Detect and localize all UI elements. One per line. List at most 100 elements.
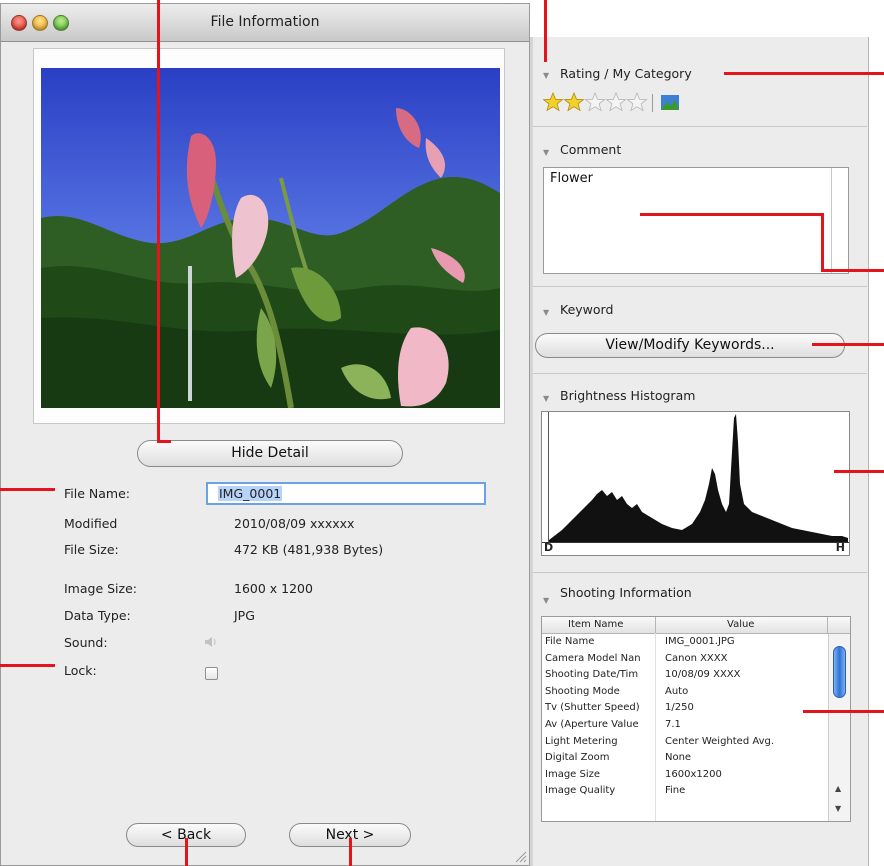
title-bar[interactable]: File Information xyxy=(1,4,529,42)
row-value: 1600x1200 xyxy=(665,768,722,780)
star-icon xyxy=(626,92,648,112)
histogram-dark-label: D xyxy=(544,541,554,554)
row-item: Digital Zoom xyxy=(545,752,610,764)
histogram-highlight-label: H xyxy=(835,541,845,554)
scrollbar-thumb[interactable] xyxy=(833,646,846,698)
comment-section-title: Comment xyxy=(560,142,622,157)
table-row[interactable]: Digital Zoom None xyxy=(542,750,826,767)
table-row[interactable]: Shooting Mode Auto xyxy=(542,684,826,701)
scroll-up-icon[interactable]: ▲ xyxy=(835,784,841,793)
view-modify-keywords-button[interactable]: View/Modify Keywords... xyxy=(535,333,845,358)
table-scrollbar[interactable]: ▲ ▼ xyxy=(828,634,850,821)
row-item: Camera Model Nan xyxy=(545,652,641,664)
row-value: None xyxy=(665,752,692,764)
file-name-value: IMG_0001 xyxy=(218,486,283,501)
row-value: IMG_0001.JPG xyxy=(665,636,735,647)
callout-line xyxy=(640,213,824,216)
star-icon xyxy=(543,92,564,112)
callout-line xyxy=(724,72,884,75)
callout-line xyxy=(812,343,884,346)
callout-line xyxy=(834,470,884,473)
rating-section-title: Rating / My Category xyxy=(560,66,692,81)
hide-detail-button[interactable]: Hide Detail xyxy=(137,440,403,467)
table-row[interactable]: Light Metering Center Weighted Avg. xyxy=(542,734,826,751)
image-size-label: Image Size: xyxy=(64,581,137,596)
column-header-value[interactable]: Value xyxy=(727,619,754,630)
star-icon xyxy=(584,92,606,112)
callout-line xyxy=(157,0,160,443)
brightness-histogram: D H xyxy=(541,411,850,556)
table-row[interactable]: Image Quality Fine xyxy=(542,783,826,800)
file-size-label: File Size: xyxy=(64,542,119,557)
callout-line xyxy=(157,440,171,443)
table-row[interactable]: Tv (Shutter Speed) 1/250 xyxy=(542,700,826,717)
callout-line xyxy=(821,213,824,272)
callout-line xyxy=(349,838,352,866)
row-item: Image Quality xyxy=(545,785,616,797)
divider xyxy=(533,286,867,287)
table-row[interactable]: Camera Model Nan Canon XXXX xyxy=(542,651,826,668)
comment-field[interactable]: Flower xyxy=(543,167,849,274)
speaker-icon xyxy=(205,637,216,647)
table-row[interactable]: Av (Aperture Value 7.1 xyxy=(542,717,826,734)
row-value: Center Weighted Avg. xyxy=(665,735,775,747)
modified-label: Modified xyxy=(64,516,118,531)
column-header-item[interactable]: Item Name xyxy=(568,619,623,630)
row-value: 10/08/09 XXXX xyxy=(665,669,741,681)
resize-grip-icon[interactable] xyxy=(511,847,527,863)
file-name-label: File Name: xyxy=(64,486,130,501)
shooting-section-title: Shooting Information xyxy=(560,585,692,600)
table-row[interactable]: Image Size 1600x1200 xyxy=(542,767,826,784)
comment-text: Flower xyxy=(550,171,594,186)
row-item: Shooting Date/Tim xyxy=(545,669,639,681)
histogram-graph xyxy=(542,412,849,543)
divider xyxy=(533,572,867,573)
file-name-field[interactable]: IMG_0001 xyxy=(206,482,486,505)
file-information-window: File Information Hide Detail File Name: xyxy=(0,3,530,866)
table-row[interactable]: File Name IMG_0001.JPG xyxy=(542,634,826,651)
panel-gap xyxy=(530,37,533,866)
shooting-info-table[interactable]: Item Name Value File Name IMG_0001.JPG Ca… xyxy=(541,616,851,822)
window-title: File Information xyxy=(210,14,320,30)
data-type-label: Data Type: xyxy=(64,608,131,623)
row-item: Light Metering xyxy=(545,735,618,747)
disclosure-triangle-icon[interactable]: ▼ xyxy=(543,308,549,317)
callout-line xyxy=(803,710,884,713)
row-item: Tv (Shutter Speed) xyxy=(545,702,640,714)
comment-scrollbar[interactable] xyxy=(831,168,832,273)
row-item: Image Size xyxy=(545,768,601,780)
modified-value: 2010/08/09 xxxxxx xyxy=(234,516,355,531)
disclosure-triangle-icon[interactable]: ▼ xyxy=(543,394,549,403)
keyword-section-title: Keyword xyxy=(560,302,614,317)
callout-line xyxy=(0,488,55,491)
image-preview xyxy=(41,68,500,408)
callout-line xyxy=(544,0,547,62)
row-value: 7.1 xyxy=(665,718,681,730)
row-value: Canon XXXX xyxy=(665,652,728,664)
divider xyxy=(533,373,867,374)
table-row[interactable]: Shooting Date/Tim 10/08/09 XXXX xyxy=(542,667,826,684)
star-rating[interactable] xyxy=(543,92,683,114)
category-icon xyxy=(661,95,679,110)
callout-line xyxy=(821,269,884,272)
lock-label: Lock: xyxy=(64,663,97,678)
lock-checkbox[interactable] xyxy=(205,667,218,680)
file-size-value: 472 KB (481,938 Bytes) xyxy=(234,542,384,557)
row-item: Av (Aperture Value xyxy=(545,718,639,730)
scroll-down-icon[interactable]: ▼ xyxy=(835,804,841,813)
image-size-value: 1600 x 1200 xyxy=(234,581,313,596)
row-value: Fine xyxy=(665,785,686,797)
disclosure-triangle-icon[interactable]: ▼ xyxy=(543,71,549,80)
callout-line xyxy=(0,664,55,667)
disclosure-triangle-icon[interactable]: ▼ xyxy=(543,148,549,157)
table-header: Item Name Value xyxy=(542,617,850,634)
row-value: 1/250 xyxy=(665,702,694,714)
sound-label: Sound: xyxy=(64,635,108,650)
disclosure-triangle-icon[interactable]: ▼ xyxy=(543,596,549,605)
data-type-value: JPG xyxy=(234,608,255,623)
row-value: Auto xyxy=(665,685,689,697)
histogram-section-title: Brightness Histogram xyxy=(560,388,696,403)
callout-line xyxy=(185,838,188,866)
divider xyxy=(533,126,867,127)
row-item: Shooting Mode xyxy=(545,685,620,697)
